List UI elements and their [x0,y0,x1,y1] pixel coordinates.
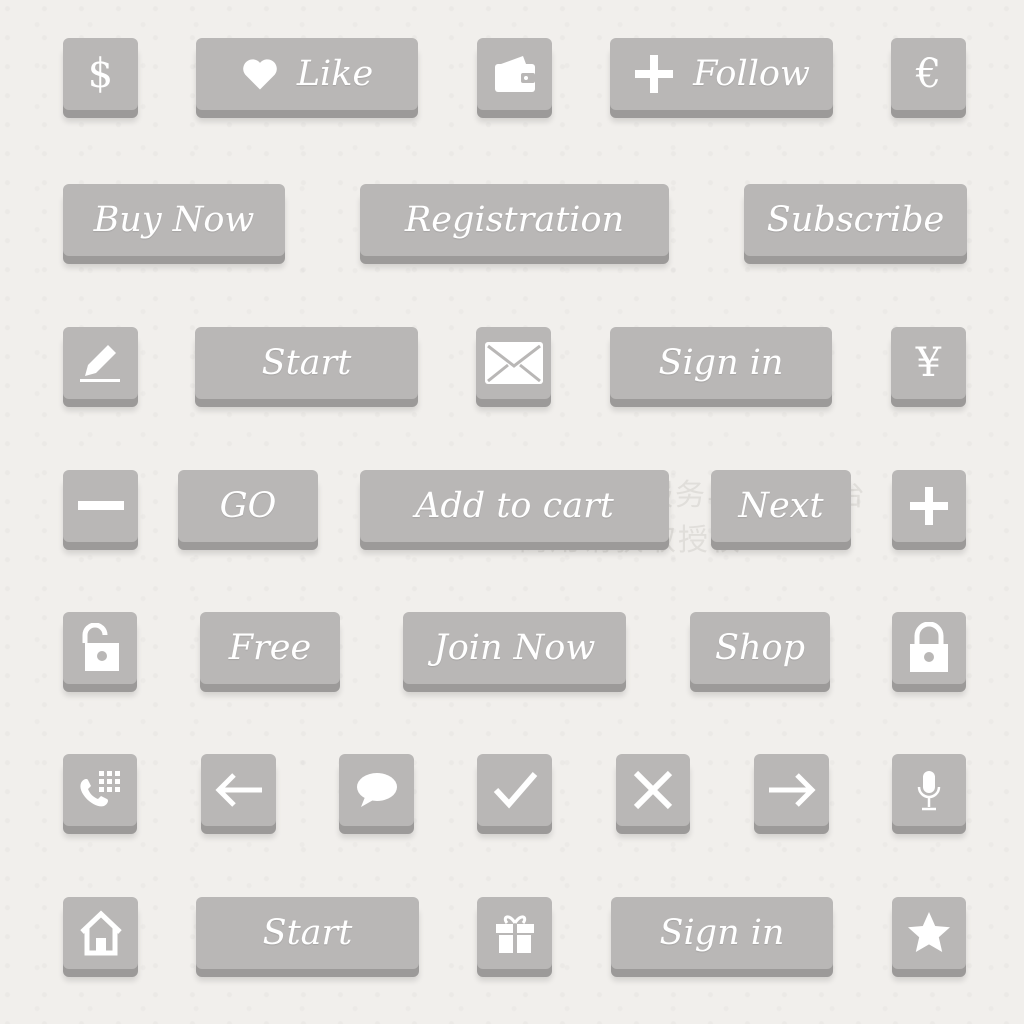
button-label: Sign in [659,913,785,953]
button-label: Start [261,343,352,383]
button-label: GO [219,486,277,526]
button-label: Sign in [658,343,784,383]
button-label: Start [262,913,353,953]
gift-icon [494,911,536,955]
chat-bubble-icon [355,771,399,809]
pencil-icon [78,343,124,383]
heart-icon [241,57,279,91]
home-button[interactable] [63,897,138,969]
plus-button[interactable] [892,470,966,542]
button-label: Next [738,486,824,526]
registration-button[interactable]: Registration [360,184,669,256]
yen-icon: ¥ [915,340,942,386]
microphone-button[interactable] [892,754,966,826]
button-label: Subscribe [766,200,945,240]
wallet-icon [493,54,537,94]
button-label: Shop [715,628,805,668]
wallet-button[interactable] [477,38,552,110]
dollar-icon: $ [87,51,114,97]
mail-button[interactable] [476,327,551,399]
euro-button[interactable]: € [891,38,966,110]
shop-button[interactable]: Shop [690,612,830,684]
close-icon [632,769,674,811]
add-to-cart-button[interactable]: Add to cart [360,470,669,542]
join-now-button[interactable]: Join Now [403,612,626,684]
home-icon [77,910,125,956]
next-button[interactable]: Next [711,470,851,542]
phone-keypad-icon [77,769,123,811]
minus-icon [77,501,124,511]
chat-bubble-button[interactable] [339,754,414,826]
euro-icon: € [915,51,942,97]
lock-button[interactable] [892,612,966,684]
plus-icon [633,53,675,95]
free-button[interactable]: Free [200,612,340,684]
follow-button[interactable]: Follow [610,38,833,110]
arrow-left-button[interactable] [201,754,276,826]
yen-button[interactable]: ¥ [891,327,966,399]
close-button[interactable] [616,754,690,826]
button-label: Free [228,628,312,668]
button-label: Follow [693,54,810,94]
button-label: Registration [404,200,625,240]
button-label: Buy Now [93,200,255,240]
button-label: Add to cart [415,486,614,526]
unlock-button[interactable] [63,612,137,684]
checkmark-button[interactable] [477,754,552,826]
go-button[interactable]: GO [178,470,318,542]
dollar-button[interactable]: $ [63,38,138,110]
like-button[interactable]: Like [196,38,418,110]
star-icon [905,910,953,956]
buy-now-button[interactable]: Buy Now [63,184,285,256]
subscribe-button[interactable]: Subscribe [744,184,967,256]
sign-in-button[interactable]: Sign in [611,897,833,969]
arrow-right-icon [767,772,817,808]
unlock-icon [77,623,123,673]
sign-in-button[interactable]: Sign in [610,327,832,399]
button-label: Like [296,54,374,94]
start-button[interactable]: Start [196,897,419,969]
arrow-right-button[interactable] [754,754,829,826]
pencil-button[interactable] [63,327,138,399]
button-label: Join Now [433,628,596,668]
microphone-icon [916,769,942,811]
minus-button[interactable] [63,470,138,542]
plus-icon [908,485,950,527]
mail-icon [484,341,544,385]
checkmark-icon [492,770,538,810]
arrow-left-icon [214,772,264,808]
gift-button[interactable] [477,897,552,969]
star-button[interactable] [892,897,966,969]
lock-icon [906,622,952,674]
start-button[interactable]: Start [195,327,418,399]
phone-keypad-button[interactable] [63,754,137,826]
